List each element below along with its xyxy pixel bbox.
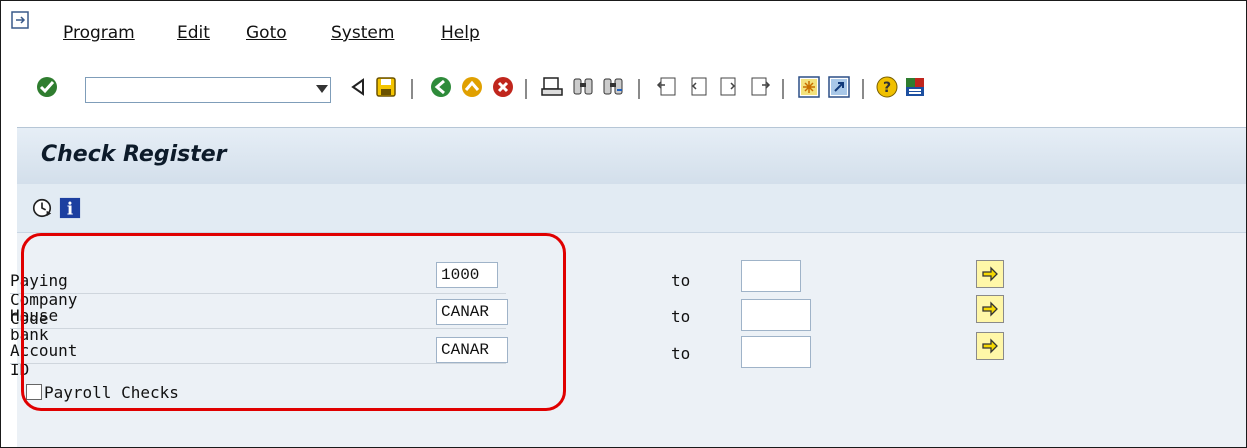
- menu-goto[interactable]: Goto: [246, 23, 287, 43]
- account-id-low-input[interactable]: CANAR: [436, 337, 508, 363]
- toolbar-separator: [862, 79, 864, 99]
- menu-edit[interactable]: Edit: [177, 23, 210, 43]
- enter-icon[interactable]: [35, 75, 59, 99]
- house-bank-label: House bank: [10, 306, 59, 344]
- cancel-icon[interactable]: [491, 75, 515, 99]
- row-divider: [10, 328, 506, 329]
- menu-system[interactable]: System: [331, 23, 394, 43]
- first-page-icon[interactable]: [655, 75, 679, 99]
- find-icon[interactable]: [571, 75, 595, 99]
- next-page-icon[interactable]: [717, 75, 741, 99]
- system-menu-icon[interactable]: [11, 11, 29, 29]
- command-field[interactable]: [85, 77, 331, 103]
- to-label: to: [671, 344, 691, 363]
- paying-company-code-low-input[interactable]: 1000: [436, 262, 498, 288]
- payroll-checks-label: Payroll Checks: [44, 383, 179, 402]
- save-icon[interactable]: [374, 75, 398, 99]
- row-divider: [10, 363, 506, 364]
- account-id-label: Account ID: [10, 341, 78, 379]
- back-icon[interactable]: [429, 75, 453, 99]
- create-session-icon[interactable]: [797, 75, 821, 99]
- multiple-selection-button[interactable]: [976, 295, 1004, 323]
- back-nav-icon[interactable]: [346, 75, 370, 99]
- title-bar: Check Register: [17, 127, 1246, 185]
- arrow-right-icon: [982, 301, 998, 317]
- to-label: to: [671, 271, 691, 290]
- last-page-icon[interactable]: [748, 75, 772, 99]
- paying-company-code-high-input[interactable]: [741, 260, 801, 292]
- application-toolbar: i: [17, 184, 1246, 233]
- svg-text:?: ?: [883, 80, 891, 96]
- arrow-right-icon: [982, 266, 998, 282]
- toolbar-separator: [525, 79, 527, 99]
- customize-layout-icon[interactable]: [903, 75, 927, 99]
- print-icon[interactable]: [540, 75, 564, 99]
- toolbar-separator: [411, 79, 413, 99]
- standard-toolbar: ?: [1, 63, 1246, 113]
- menu-help[interactable]: Help: [441, 23, 480, 43]
- menu-bar: Program Edit Goto System Help: [1, 1, 1246, 53]
- row-divider: [10, 293, 506, 294]
- selection-screen: [17, 233, 1246, 447]
- shortcut-icon[interactable]: [827, 75, 851, 99]
- toolbar-separator: [638, 79, 640, 99]
- house-bank-low-input[interactable]: CANAR: [436, 299, 508, 325]
- exit-icon[interactable]: [460, 75, 484, 99]
- information-icon[interactable]: i: [59, 197, 81, 219]
- arrow-right-icon: [982, 338, 998, 354]
- menu-program[interactable]: Program: [63, 23, 135, 43]
- sap-window: Program Edit Goto System Help ? Check Re…: [0, 0, 1247, 448]
- svg-text:i: i: [67, 199, 73, 218]
- chevron-down-icon[interactable]: [316, 85, 328, 93]
- account-id-high-input[interactable]: [741, 336, 811, 368]
- find-next-icon[interactable]: [601, 75, 625, 99]
- page-title: Check Register: [41, 142, 227, 167]
- toolbar-separator: [782, 79, 784, 99]
- house-bank-high-input[interactable]: [741, 299, 811, 331]
- to-label: to: [671, 307, 691, 326]
- multiple-selection-button[interactable]: [976, 332, 1004, 360]
- payroll-checks-checkbox[interactable]: [26, 384, 42, 400]
- previous-page-icon[interactable]: [686, 75, 710, 99]
- multiple-selection-button[interactable]: [976, 260, 1004, 288]
- execute-icon[interactable]: [31, 197, 53, 219]
- help-icon[interactable]: ?: [875, 75, 899, 99]
